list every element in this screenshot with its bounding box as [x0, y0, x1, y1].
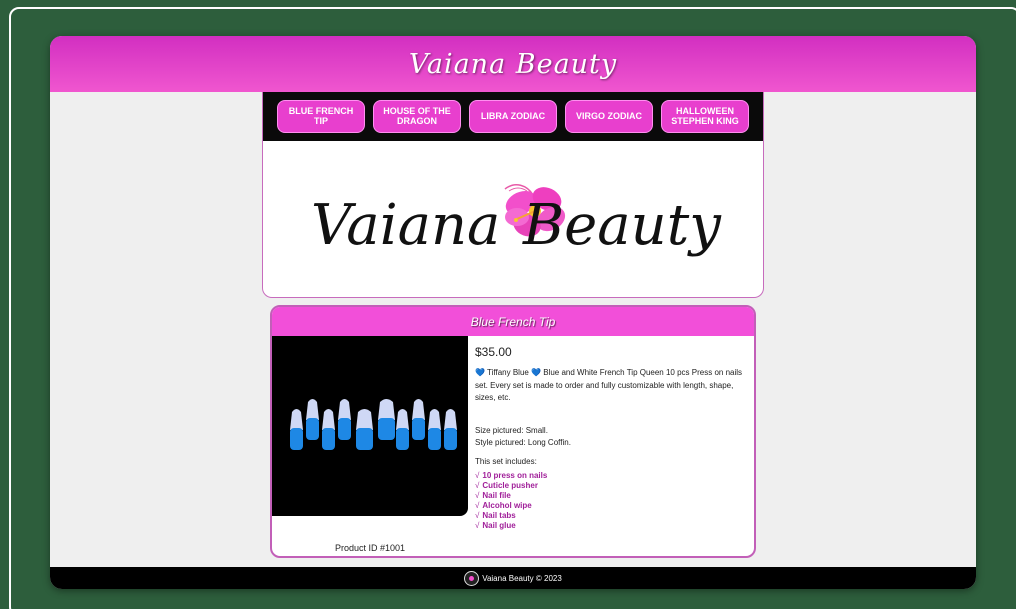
nail-tip [444, 409, 457, 430]
description-text: 💙 Tiffany Blue 💙 Blue and White French T… [475, 368, 743, 402]
includes-heading: This set includes: [475, 456, 537, 466]
check-icon: √ [475, 481, 480, 490]
logo-text-vaiana: Vaiana [311, 193, 500, 258]
nail-base [396, 428, 409, 450]
nail-tip [290, 409, 303, 430]
nav-button-blue-french-tip[interactable]: BLUE FRENCH TIP [277, 100, 365, 133]
product-title-bar: Blue French Tip [272, 307, 754, 336]
nail-tip [428, 409, 441, 430]
nail-base [306, 418, 319, 440]
nav-button-libra-zodiac[interactable]: LIBRA ZODIAC [469, 100, 557, 133]
product-title: Blue French Tip [470, 314, 556, 329]
nav-button-virgo-zodiac[interactable]: VIRGO ZODIAC [565, 100, 653, 133]
logo-text-beauty: Beauty [522, 193, 722, 258]
list-item: √ Alcohol wipe [475, 501, 532, 510]
nail-base [444, 428, 457, 450]
nav-bar: BLUE FRENCH TIP HOUSE OF THE DRAGON LIBR… [263, 92, 763, 141]
nail-tip [322, 409, 335, 430]
nail-base [356, 428, 373, 450]
site-container: Vaiana Beauty BLUE FRENCH TIP HOUSE OF T… [50, 36, 976, 589]
list-item: √ 10 press on nails [475, 471, 548, 480]
nail-base [412, 418, 425, 440]
site-footer: Vaiana Beauty © 2023 [50, 567, 976, 589]
main-card: BLUE FRENCH TIP HOUSE OF THE DRAGON LIBR… [262, 92, 764, 298]
list-item: √ Nail file [475, 491, 511, 500]
nail-base [290, 428, 303, 450]
size-pictured: Size pictured: Small. [475, 425, 548, 435]
nail-base [378, 418, 395, 440]
nail-tip [338, 399, 351, 420]
nail-base [338, 418, 351, 440]
nail-base [428, 428, 441, 450]
check-icon: √ [475, 471, 480, 480]
brand-logo: Vaiana Beauty [311, 184, 722, 258]
check-icon: √ [475, 511, 480, 520]
check-icon: √ [475, 501, 480, 510]
style-pictured: Style pictured: Long Coffin. [475, 438, 571, 447]
press-on-nails-photo [290, 399, 457, 450]
product-card: Blue French Tip $35.00 💙 Tiffany Blue 💙 … [270, 305, 756, 558]
nail-tip [378, 399, 395, 420]
nail-tip [356, 409, 373, 430]
product-description: 💙 Tiffany Blue 💙 Blue and White French T… [475, 367, 753, 531]
site-header: Vaiana Beauty [50, 36, 976, 92]
nail-tip [412, 399, 425, 420]
list-item: √ Nail glue [475, 521, 516, 530]
product-id: Product ID #1001 [335, 543, 406, 553]
includes-list: √ 10 press on nails √ Cuticle pusher √ Nail… [475, 471, 753, 531]
nav-button-house-of-the-dragon[interactable]: HOUSE OF THE DRAGON [373, 100, 461, 133]
nav-button-halloween-stephen-king[interactable]: HALLOWEEN STEPHEN KING [661, 100, 749, 133]
footer-copyright: Vaiana Beauty © 2023 [482, 573, 562, 583]
nail-tip [396, 409, 409, 430]
product-price: $35.00 [475, 345, 512, 359]
product-image [272, 336, 468, 516]
product-details: $35.00 💙 Tiffany Blue 💙 Blue and White F… [475, 345, 753, 531]
nail-base [322, 428, 335, 450]
nail-tip [306, 399, 319, 420]
check-icon: √ [475, 491, 480, 500]
site-title: Vaiana Beauty [408, 48, 618, 80]
list-item: √ Nail tabs [475, 511, 516, 520]
list-item: √ Cuticle pusher [475, 481, 538, 490]
check-icon: √ [475, 521, 480, 530]
brand-banner: Vaiana Beauty [263, 141, 763, 297]
footer-logo-icon [464, 570, 480, 586]
